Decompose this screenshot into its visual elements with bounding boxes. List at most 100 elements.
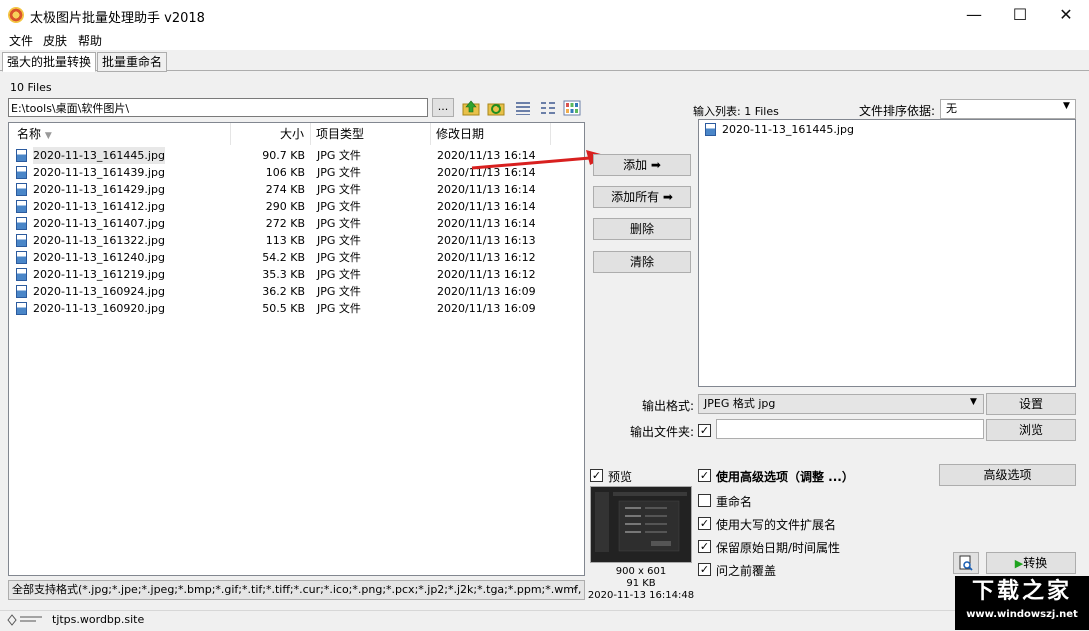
menu-skin[interactable]: 皮肤 [43, 32, 67, 49]
rename-checkbox[interactable] [698, 494, 711, 507]
window-title: 太极图片批量处理助手 v2018 [30, 11, 205, 26]
details-view-icon[interactable] [514, 99, 532, 117]
cell-name: 2020-11-13_161407.jpg [33, 217, 165, 230]
output-folder-label: 输出文件夹: [630, 425, 695, 439]
column-separator [430, 123, 431, 145]
convert-button[interactable]: ▶转换 [986, 552, 1076, 574]
column-header-name[interactable]: 名称 ▼ [17, 123, 52, 145]
preview-image [591, 487, 691, 562]
image-file-icon [16, 268, 27, 281]
table-row[interactable]: 2020-11-13_161412.jpg 290 KB JPG 文件 2020/11… [9, 198, 569, 215]
up-folder-icon[interactable] [462, 99, 480, 117]
cell-date: 2020/11/13 16:09 [437, 302, 536, 315]
image-file-icon [16, 285, 27, 298]
document-search-icon [959, 555, 973, 571]
table-row[interactable]: 2020-11-13_161240.jpg 54.2 KB JPG 文件 2020/1… [9, 249, 569, 266]
refresh-icon[interactable] [487, 99, 505, 117]
cell-type: JPG 文件 [317, 200, 361, 213]
cell-date: 2020/11/13 16:14 [437, 183, 536, 196]
image-file-icon [16, 166, 27, 179]
delete-button[interactable]: 删除 [593, 218, 691, 240]
output-folder-input[interactable] [716, 419, 984, 439]
cell-name: 2020-11-13_161322.jpg [33, 234, 165, 247]
cell-size: 90.7 KB [262, 149, 305, 162]
preview-search-button[interactable] [953, 552, 979, 574]
minimize-button[interactable]: — [951, 0, 997, 30]
maximize-button[interactable]: ☐ [997, 0, 1043, 30]
close-button[interactable]: ✕ [1043, 0, 1089, 30]
menu-file[interactable]: 文件 [9, 32, 33, 49]
cell-size: 113 KB [265, 234, 305, 247]
column-separator [230, 123, 231, 145]
tab-batch-rename[interactable]: 批量重命名 [97, 52, 168, 72]
cell-name: 2020-11-13_161445.jpg [33, 147, 165, 164]
clear-button[interactable]: 清除 [593, 251, 691, 273]
rename-label: 重命名 [716, 495, 753, 509]
watermark-url: www.windowszj.net [966, 609, 1078, 620]
cell-type: JPG 文件 [317, 217, 361, 230]
ask-overwrite-checkbox[interactable]: ✓ [698, 563, 711, 576]
advanced-options-button[interactable]: 高级选项 [939, 464, 1076, 486]
menu-bar [0, 30, 1089, 50]
keep-date-label: 保留原始日期/时间属性 [716, 541, 841, 555]
uppercase-ext-label: 使用大写的文件扩展名 [716, 518, 837, 532]
cell-name: 2020-11-13_161219.jpg [33, 268, 165, 281]
play-icon: ▶ [1014, 557, 1024, 570]
image-file-icon [16, 251, 27, 264]
preview-label: 预览 [608, 470, 633, 484]
cell-size: 54.2 KB [262, 251, 305, 264]
list-view-icon[interactable] [539, 99, 557, 117]
keep-date-checkbox[interactable]: ✓ [698, 540, 711, 553]
watermark-title: 下载之家 [971, 579, 1072, 604]
cell-date: 2020/11/13 16:12 [437, 251, 536, 264]
sort-arrow-icon: ▼ [44, 131, 52, 141]
preview-thumbnail [590, 486, 692, 563]
cell-name: 2020-11-13_160920.jpg [33, 302, 165, 315]
output-format-select[interactable]: JPEG 格式 jpg [698, 394, 984, 414]
output-format-label: 输出格式: [642, 399, 695, 413]
column-header-type[interactable]: 项目类型 [316, 123, 364, 145]
table-row[interactable]: 2020-11-13_161429.jpg 274 KB JPG 文件 2020/11… [9, 181, 569, 198]
cell-name: 2020-11-13_160924.jpg [33, 285, 165, 298]
image-file-icon [16, 183, 27, 196]
input-list-item[interactable]: 2020-11-13_161445.jpg [722, 123, 854, 136]
table-row[interactable]: 2020-11-13_161407.jpg 272 KB JPG 文件 2020/11… [9, 215, 569, 232]
advanced-options-label: 使用高级选项（调整 ...） [716, 470, 854, 484]
output-folder-checkbox[interactable]: ✓ [698, 424, 711, 437]
cell-size: 272 KB [265, 217, 305, 230]
table-row[interactable]: 2020-11-13_161219.jpg 35.3 KB JPG 文件 2020/1… [9, 266, 569, 283]
browse-path-button[interactable]: ... [432, 98, 454, 117]
cell-name: 2020-11-13_161412.jpg [33, 200, 165, 213]
column-header-size[interactable]: 大小 [280, 123, 304, 145]
preview-size: 91 KB [626, 578, 656, 589]
add-button[interactable]: 添加 ➡ [593, 154, 691, 176]
cell-size: 36.2 KB [262, 285, 305, 298]
cell-date: 2020/11/13 16:12 [437, 268, 536, 281]
advanced-options-checkbox[interactable]: ✓ [698, 469, 711, 482]
input-list[interactable] [698, 119, 1076, 387]
cell-type: JPG 文件 [317, 183, 361, 196]
table-row[interactable]: 2020-11-13_160920.jpg 50.5 KB JPG 文件 2020/1… [9, 300, 569, 317]
uppercase-ext-checkbox[interactable]: ✓ [698, 517, 711, 530]
image-file-icon [705, 123, 716, 136]
cell-name: 2020-11-13_161439.jpg [33, 166, 165, 179]
settings-button[interactable]: 设置 [986, 393, 1076, 415]
sort-select[interactable]: 无 [940, 99, 1076, 119]
tab-batch-convert[interactable]: 强大的批量转换 [2, 52, 97, 72]
chevron-down-icon: ⌄ [571, 582, 580, 593]
cell-size: 35.3 KB [262, 268, 305, 281]
thumbnail-view-icon[interactable] [563, 99, 581, 117]
dropdown-arrow-icon: ▼ [1063, 101, 1070, 111]
menu-help[interactable]: 帮助 [78, 32, 102, 49]
preview-checkbox[interactable]: ✓ [590, 469, 603, 482]
cell-name: 2020-11-13_161429.jpg [33, 183, 165, 196]
table-row[interactable]: 2020-11-13_160924.jpg 36.2 KB JPG 文件 2020/1… [9, 283, 569, 300]
column-header-date[interactable]: 修改日期 [436, 123, 484, 145]
add-all-button[interactable]: 添加所有 ➡ [593, 186, 691, 208]
path-input[interactable]: E:\tools\桌面\软件图片\ [8, 98, 428, 117]
file-type-filter-select[interactable]: 全部支持格式(*.jpg;*.jpe;*.jpeg;*.bmp;*.gif;*.… [8, 580, 585, 600]
cell-date: 2020/11/13 16:13 [437, 234, 536, 247]
ask-overwrite-label: 问之前覆盖 [716, 564, 777, 578]
browse-folder-button[interactable]: 浏览 [986, 419, 1076, 441]
table-row[interactable]: 2020-11-13_161322.jpg 113 KB JPG 文件 2020/11… [9, 232, 569, 249]
